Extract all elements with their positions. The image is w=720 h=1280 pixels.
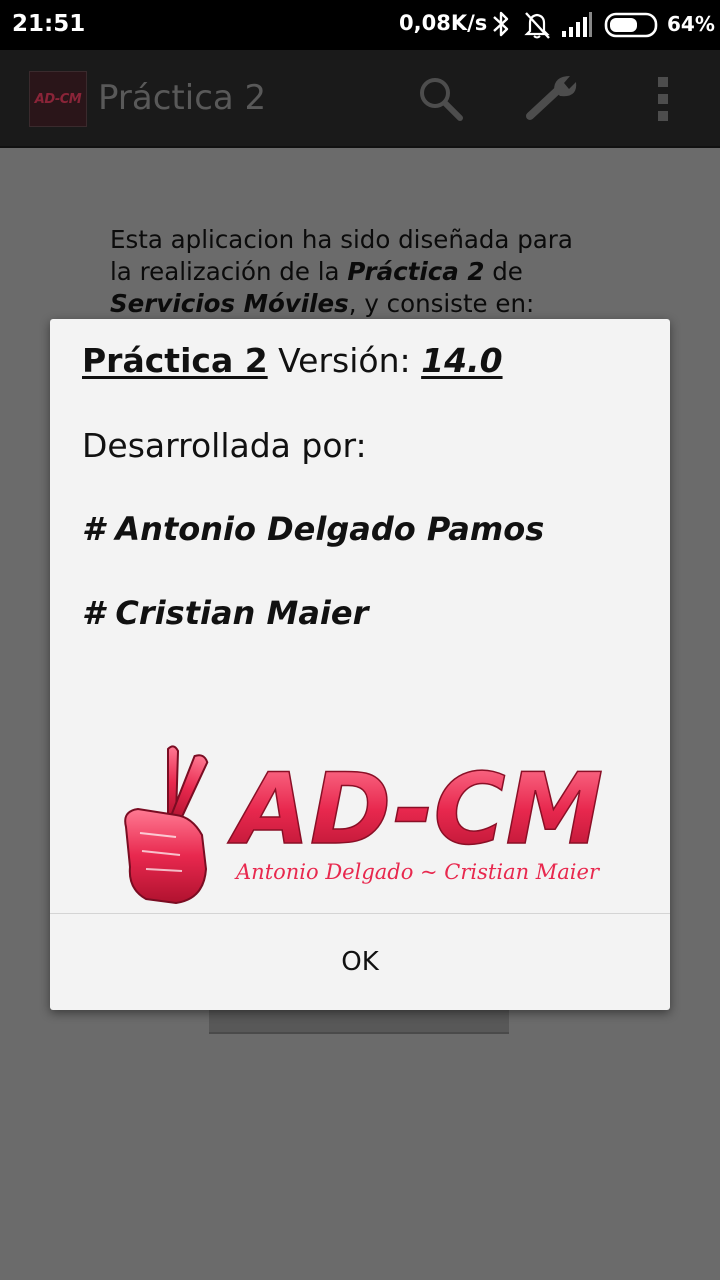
about-dialog: Práctica 2 Versión: 14.0 Desarrollada po…	[50, 319, 670, 1010]
search-icon[interactable]	[416, 74, 464, 126]
intro-line-1: Esta aplicacion ha sido diseñada para	[110, 225, 573, 254]
dialog-version-label: Versión:	[267, 341, 422, 380]
bluetooth-icon	[490, 10, 512, 42]
app-logo-icon[interactable]: AD-CM	[29, 71, 87, 127]
status-net-speed: 0,08K/s	[399, 11, 488, 35]
ad-cm-logo: AD-CM Antonio Delgado ~ Cristian Maier	[116, 739, 606, 913]
intro-practice-name: Práctica 2	[347, 257, 485, 286]
peace-hand-icon	[124, 745, 209, 905]
wrench-icon[interactable]	[524, 72, 582, 126]
intro-course-name: Servicios Móviles	[110, 289, 349, 318]
status-bar: 21:51 0,08K/s 64%	[0, 0, 720, 50]
dialog-version-value: 14.0	[421, 341, 503, 380]
dialog-developed-by: Desarrollada por:	[82, 426, 367, 465]
battery-icon	[604, 12, 660, 42]
intro-line-3-suffix: , y consiste en:	[348, 289, 535, 318]
intro-line-3: Servicios Móviles, y consiste en:	[110, 288, 630, 320]
logo-title: AD-CM	[227, 753, 603, 867]
signal-icon	[561, 12, 593, 42]
page-title: Práctica 2	[98, 78, 267, 118]
dialog-author-2: # Cristian Maier	[82, 594, 369, 632]
intro-text: Esta aplicacion ha sido diseñada para la…	[110, 224, 630, 320]
dialog-version-line: Práctica 2 Versión: 14.0	[82, 341, 503, 380]
intro-line-2: la realización de la Práctica 2 de	[110, 256, 630, 288]
ok-button-label: OK	[341, 947, 379, 977]
logo-subtitle: Antonio Delgado ~ Cristian Maier	[234, 860, 601, 884]
app-logo-text: AD-CM	[34, 91, 82, 107]
intro-line-2-suffix: de	[484, 257, 523, 286]
overflow-menu-icon[interactable]	[656, 77, 670, 125]
status-time: 21:51	[12, 11, 86, 37]
action-bar: AD-CM Práctica 2	[0, 50, 720, 148]
bell-muted-icon	[523, 10, 551, 44]
ok-button[interactable]: OK	[50, 914, 670, 1010]
battery-fill	[610, 18, 637, 32]
dialog-author-1: # Antonio Delgado Pamos	[82, 510, 545, 548]
dialog-practice-label: Práctica 2	[82, 341, 268, 380]
intro-line-2-prefix: la realización de la	[110, 257, 348, 286]
battery-percent: 64%	[667, 12, 715, 36]
